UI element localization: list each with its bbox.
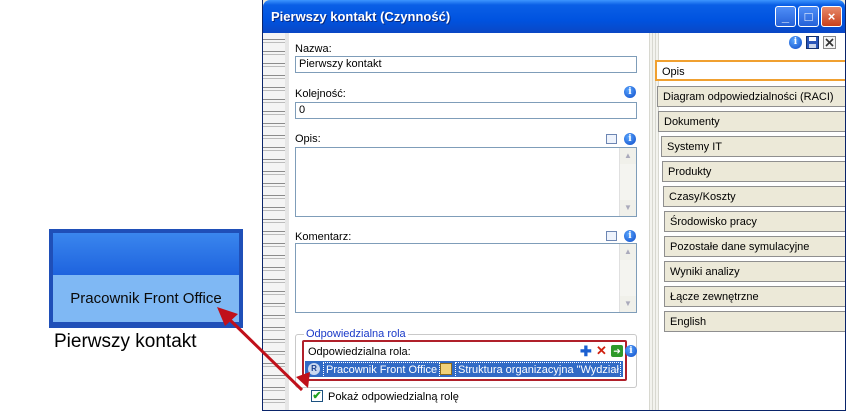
tab-8[interactable]: Pozostałe dane symulacyjne — [664, 236, 845, 257]
comment-label: Komentarz: — [295, 231, 352, 243]
role-shape-header — [53, 233, 239, 275]
responsible-role-row[interactable]: R Pracownik Front Office Struktura organ… — [305, 361, 623, 378]
tab-6[interactable]: Czasy/Koszty — [663, 186, 845, 207]
goto-role-icon[interactable]: ➜ — [611, 345, 623, 357]
role-info-icon[interactable]: i — [625, 345, 637, 357]
show-role-label: Pokaż odpowiedzialną rolę — [328, 391, 459, 403]
comment-expand-icon[interactable] — [606, 231, 617, 241]
tab-10[interactable]: Łącze zewnętrzne — [664, 286, 845, 307]
dialog-info-icon[interactable]: i — [789, 36, 802, 49]
role-name[interactable]: Pracownik Front Office — [323, 362, 441, 378]
description-label: Opis: — [295, 133, 321, 145]
responsible-role-group-title: Odpowiedzialna rola — [304, 328, 408, 340]
titlebar[interactable]: Pierwszy kontakt (Czynność) _ □ × — [263, 0, 845, 33]
add-role-icon[interactable]: ✚ — [580, 344, 592, 358]
tab-2[interactable]: Diagram odpowiedzialności (RACI) — [657, 86, 845, 107]
comment-scrollbar[interactable]: ▲ ▼ — [619, 244, 636, 312]
order-label: Kolejność: — [295, 88, 346, 100]
comment-textarea[interactable]: ▲ ▼ — [295, 243, 637, 313]
name-input[interactable]: Pierwszy kontakt — [295, 56, 637, 73]
org-structure-name[interactable]: Struktura organizacyjna "Wydział — [455, 362, 621, 378]
role-shape[interactable]: Pracownik Front Office — [49, 229, 243, 328]
delete-role-icon[interactable]: ✕ — [596, 344, 607, 357]
comment-info-icon[interactable]: i — [624, 230, 636, 242]
scroll-down-icon[interactable]: ▼ — [620, 296, 636, 312]
tab-1[interactable]: Opis — [655, 60, 845, 81]
close-button[interactable]: × — [821, 6, 842, 27]
tab-panel: i Opis Diagram odpowiedzialności (RACI) Do… — [649, 33, 845, 410]
dialog-close-icon[interactable] — [823, 36, 836, 49]
tab-7[interactable]: Środowisko pracy — [664, 211, 845, 232]
maximize-button[interactable]: □ — [798, 6, 819, 27]
show-role-checkbox[interactable]: ✔ — [311, 390, 323, 402]
window-title: Pierwszy kontakt (Czynność) — [271, 9, 451, 24]
order-input[interactable]: 0 — [295, 102, 637, 119]
description-expand-icon[interactable] — [606, 134, 617, 144]
name-label: Nazwa: — [295, 43, 332, 55]
responsible-role-label: Odpowiedzialna rola: — [308, 346, 411, 358]
description-info-icon[interactable]: i — [624, 133, 636, 145]
tab-4[interactable]: Systemy IT — [661, 136, 845, 157]
activity-dialog: Pierwszy kontakt (Czynność) _ □ × Nazwa:… — [262, 0, 846, 411]
org-structure-icon — [440, 363, 452, 375]
form-panel: Nazwa: Pierwszy kontakt Kolejność: i 0 O… — [289, 33, 670, 410]
minimize-button[interactable]: _ — [775, 6, 796, 27]
save-icon[interactable] — [806, 36, 819, 49]
tab-11[interactable]: English — [664, 311, 845, 332]
scroll-up-icon[interactable]: ▲ — [620, 148, 636, 164]
role-type-icon: R — [308, 363, 320, 375]
scroll-up-icon[interactable]: ▲ — [620, 244, 636, 260]
scroll-down-icon[interactable]: ▼ — [620, 200, 636, 216]
description-textarea[interactable]: ▲ ▼ — [295, 147, 637, 217]
binder-rings — [263, 33, 286, 410]
tab-3[interactable]: Dokumenty — [658, 111, 845, 132]
activity-caption: Pierwszy kontakt — [54, 331, 197, 352]
order-info-icon[interactable]: i — [624, 86, 636, 98]
tab-5[interactable]: Produkty — [662, 161, 845, 182]
role-shape-label: Pracownik Front Office — [70, 290, 222, 307]
dialog-content: Nazwa: Pierwszy kontakt Kolejność: i 0 O… — [263, 33, 845, 410]
description-scrollbar[interactable]: ▲ ▼ — [619, 148, 636, 216]
tab-9[interactable]: Wyniki analizy — [664, 261, 845, 282]
